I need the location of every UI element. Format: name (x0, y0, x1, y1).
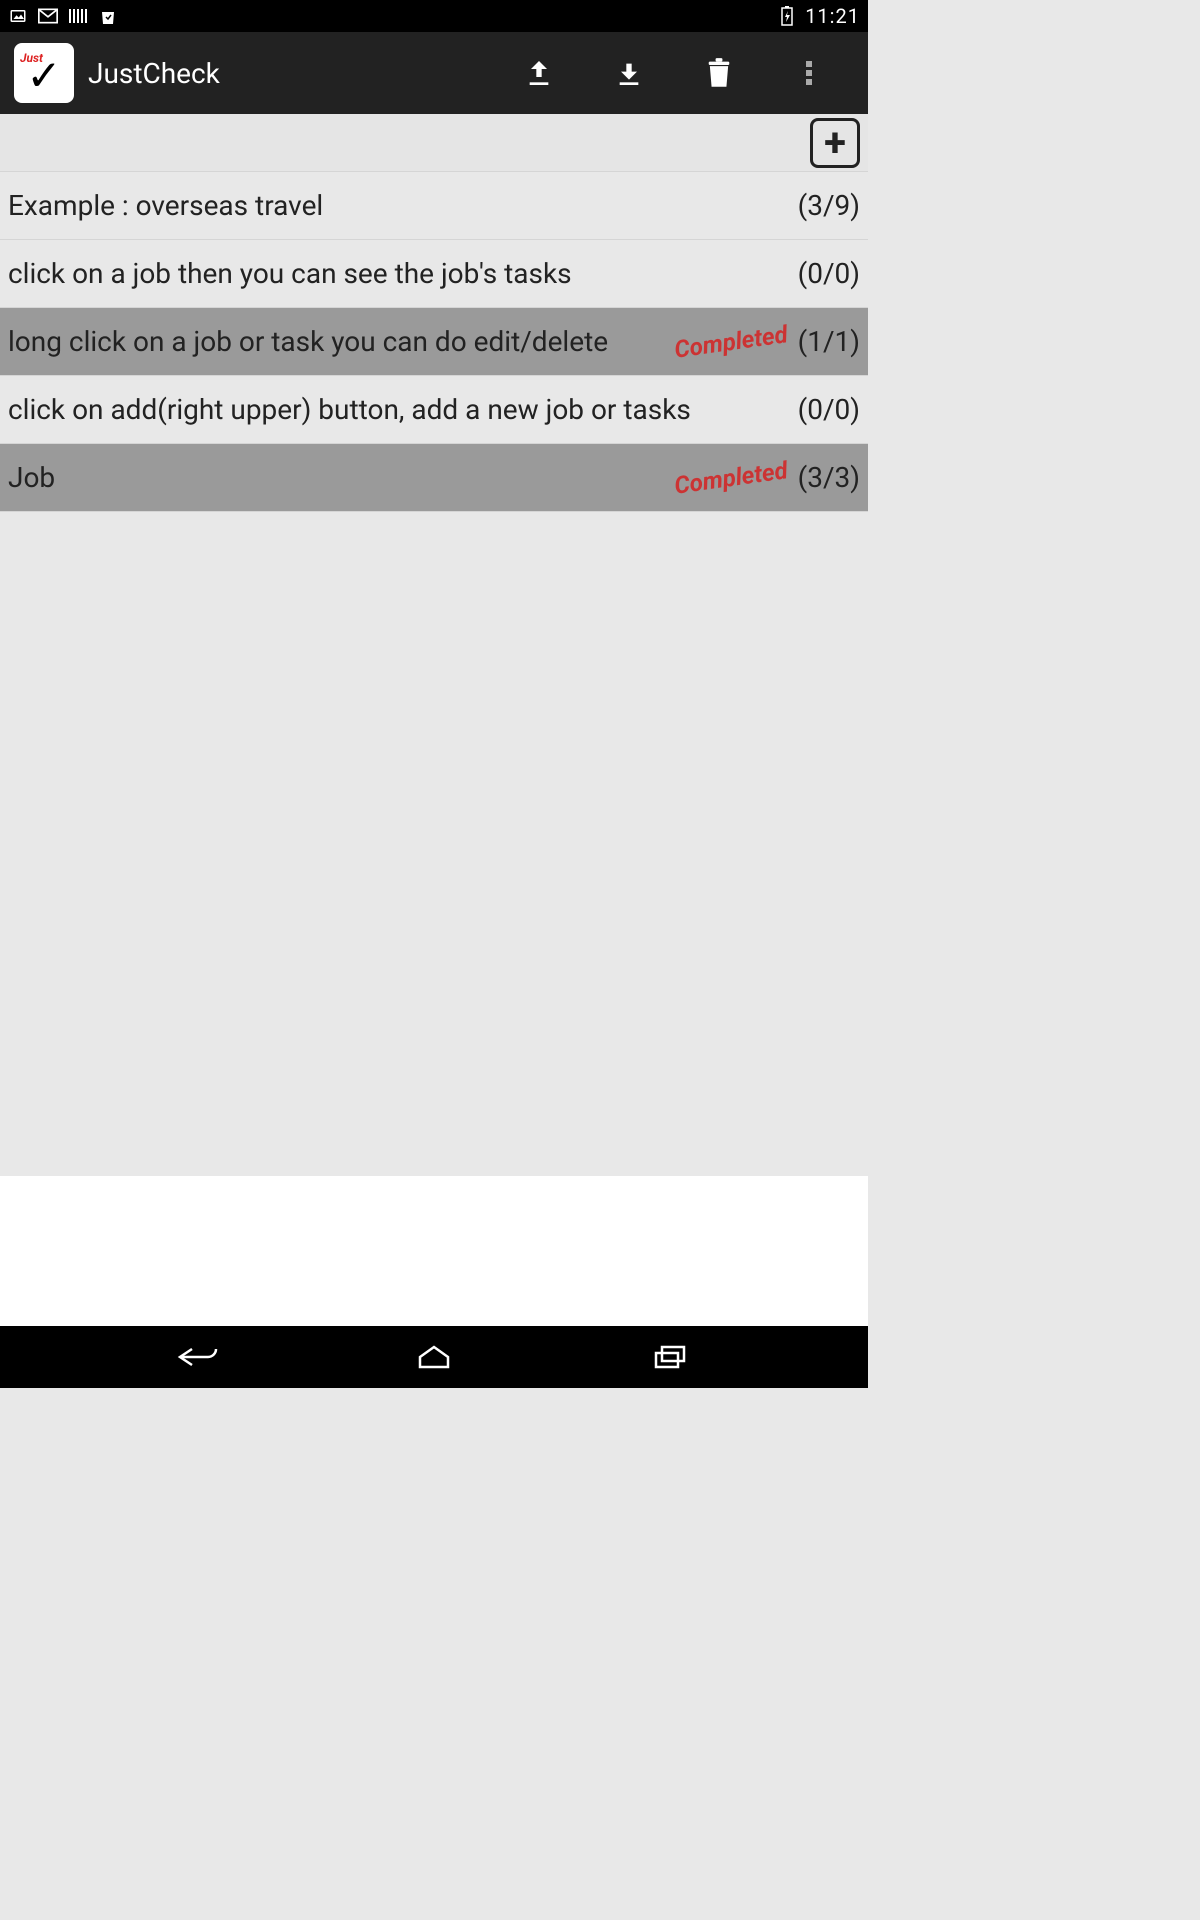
job-title: long click on a job or task you can do e… (8, 325, 674, 359)
add-row: + (0, 114, 868, 172)
list-item[interactable]: long click on a job or task you can do e… (0, 308, 868, 376)
battery-charging-icon (777, 6, 797, 26)
add-button[interactable]: + (810, 118, 860, 168)
checkmark-icon: ✓ (26, 56, 61, 98)
job-title: click on add(right upper) button, add a … (8, 393, 798, 427)
download-button[interactable] (584, 33, 674, 113)
status-bar: 11:21 (0, 0, 868, 32)
list-item[interactable]: Example : overseas travel (3/9) (0, 172, 868, 240)
completed-stamp: Completed (672, 320, 789, 364)
status-time: 11:21 (805, 4, 860, 28)
back-button[interactable] (158, 1333, 238, 1381)
job-list: Example : overseas travel (3/9) click on… (0, 172, 868, 1176)
home-button[interactable] (394, 1333, 474, 1381)
job-title: Job (8, 461, 674, 495)
app-icon: Just ✓ (14, 43, 74, 103)
list-item[interactable]: Job Completed (3/3) (0, 444, 868, 512)
blank-region (0, 1176, 868, 1326)
delete-button[interactable] (674, 33, 764, 113)
job-count: (0/0) (798, 257, 860, 290)
image-icon (8, 6, 28, 26)
completed-stamp: Completed (672, 456, 789, 500)
navigation-bar (0, 1326, 868, 1388)
mail-icon (38, 6, 58, 26)
recent-apps-button[interactable] (630, 1333, 710, 1381)
barcode-icon (68, 6, 88, 26)
status-right: 11:21 (777, 4, 860, 28)
overflow-menu-button[interactable] (764, 33, 854, 113)
list-item[interactable]: click on a job then you can see the job'… (0, 240, 868, 308)
status-left-icons (8, 6, 118, 26)
job-title: Example : overseas travel (8, 189, 798, 223)
job-count: (3/3) (798, 461, 860, 494)
shopping-icon (98, 6, 118, 26)
job-count: (0/0) (798, 393, 860, 426)
job-title: click on a job then you can see the job'… (8, 257, 798, 291)
list-item[interactable]: click on add(right upper) button, add a … (0, 376, 868, 444)
upload-button[interactable] (494, 33, 584, 113)
action-bar: Just ✓ JustCheck (0, 32, 868, 114)
app-title: JustCheck (88, 57, 220, 90)
job-count: (3/9) (798, 189, 860, 222)
job-count: (1/1) (798, 325, 860, 358)
